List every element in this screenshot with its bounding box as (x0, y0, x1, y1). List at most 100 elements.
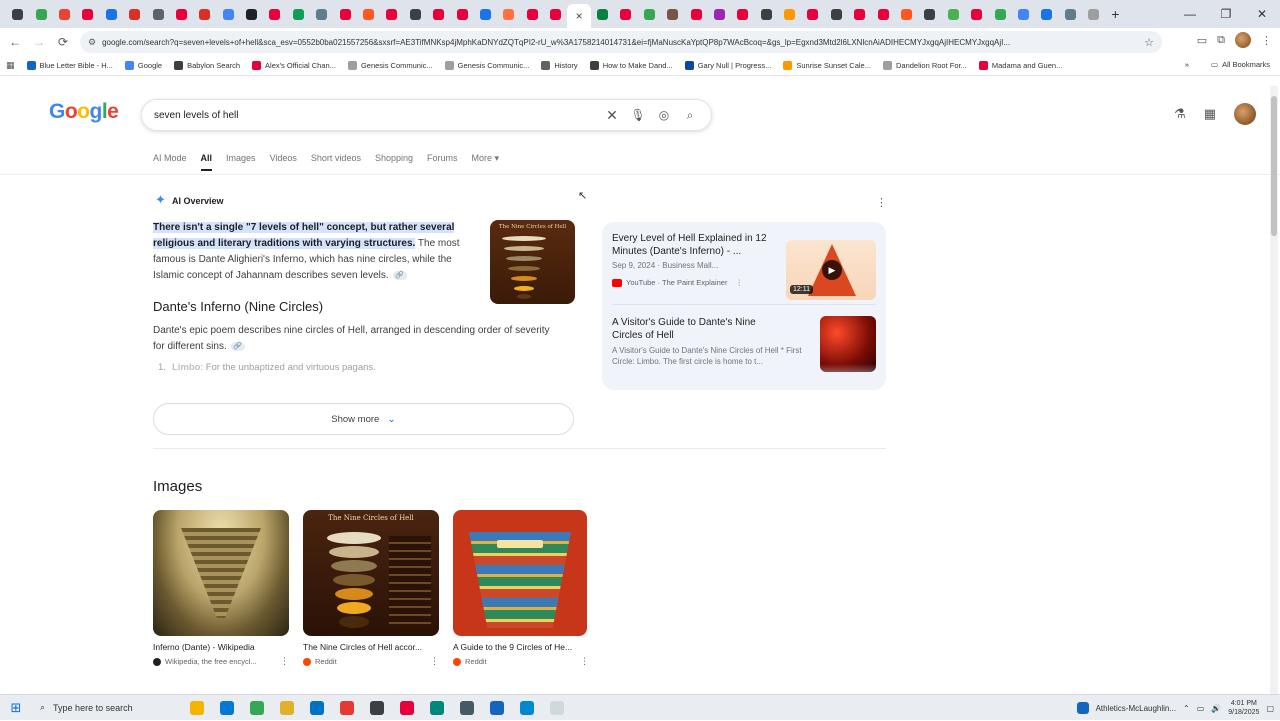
taskbar-app-icon[interactable] (422, 695, 452, 721)
taskbar-app-icon[interactable] (482, 695, 512, 721)
search-box[interactable]: seven levels of hell ✕ 🎙 ◎ ⌕ (141, 99, 712, 131)
browser-tab[interactable] (614, 3, 637, 25)
search-icon[interactable]: ⌕ (677, 108, 703, 123)
browser-tab[interactable] (544, 3, 567, 25)
all-bookmarks-button[interactable]: » ▭ All Bookmarks (1185, 60, 1270, 69)
filter-tab-ai-mode[interactable]: AI Mode (153, 153, 187, 171)
browser-tab[interactable] (357, 3, 380, 25)
browser-tab[interactable] (146, 3, 169, 25)
browser-tab[interactable] (942, 3, 965, 25)
reload-icon[interactable]: ⟳ (51, 35, 75, 49)
taskbar-app-icon[interactable] (362, 695, 392, 721)
back-icon[interactable]: ← (3, 35, 27, 49)
bookmark-item[interactable]: Dandelion Root For... (882, 61, 967, 70)
browser-tab[interactable] (684, 3, 707, 25)
apps-grid-icon[interactable]: ▦ (6, 60, 15, 71)
bookmark-star-icon[interactable]: ☆ (1144, 36, 1154, 49)
browser-tab[interactable] (731, 3, 754, 25)
link-icon[interactable]: 🔗 (230, 341, 245, 351)
browser-tab[interactable] (380, 3, 403, 25)
search-input[interactable]: seven levels of hell (154, 110, 599, 121)
browser-tab[interactable] (100, 3, 123, 25)
notification-text[interactable]: Athletics-McLaughlin... (1096, 704, 1176, 713)
browser-tab[interactable] (801, 3, 824, 25)
bookmark-item[interactable]: Genesis Communic... (444, 61, 529, 70)
bookmark-item[interactable]: Blue Letter Bible - H... (26, 61, 113, 70)
bookmark-item[interactable]: Babylon Search (174, 61, 240, 70)
browser-tab[interactable] (708, 3, 731, 25)
bookmark-item[interactable]: Madama and Guen... (978, 61, 1062, 70)
browser-tab[interactable] (310, 3, 333, 25)
google-logo[interactable]: Google (49, 100, 119, 124)
taskbar-app-icon[interactable] (302, 695, 332, 721)
browser-menu-icon[interactable]: ⋮ (1261, 34, 1272, 47)
taskbar-app-icon[interactable] (452, 695, 482, 721)
browser-tab[interactable] (427, 3, 450, 25)
notifications-icon[interactable]: ▢ (1266, 704, 1274, 713)
filter-tab-shopping[interactable]: Shopping (375, 153, 413, 171)
image-result-nine-circles[interactable]: The Nine Circles of Hell (303, 510, 439, 636)
taskbar-app-icon[interactable] (212, 695, 242, 721)
windows-start-icon[interactable]: ⊞ (0, 700, 32, 716)
browser-tab[interactable] (918, 3, 941, 25)
new-tab-button[interactable]: + (1105, 6, 1125, 22)
image-caption[interactable]: A Guide to the 9 Circles of He... (453, 642, 589, 652)
browser-tab[interactable] (170, 3, 193, 25)
image-result-inferno[interactable] (153, 510, 289, 636)
browser-tab[interactable] (661, 3, 684, 25)
browser-tab[interactable] (521, 3, 544, 25)
browser-tab[interactable] (29, 3, 52, 25)
image-caption[interactable]: Inferno (Dante) - Wikipedia (153, 642, 289, 652)
article-source-card[interactable]: A Visitor's Guide to Dante's Nine Circle… (612, 316, 876, 372)
browser-tab[interactable] (825, 3, 848, 25)
taskbar-app-icon[interactable] (392, 695, 422, 721)
video-thumbnail[interactable]: ▶ 12:11 (786, 240, 876, 300)
close-tab-icon[interactable]: × (576, 9, 583, 23)
bookmark-item[interactable]: Google (124, 61, 162, 70)
scrollbar-thumb[interactable] (1271, 96, 1277, 236)
taskbar-app-icon[interactable] (242, 695, 272, 721)
lens-icon[interactable]: ◎ (651, 108, 677, 122)
browser-tab[interactable] (76, 3, 99, 25)
bookmark-item[interactable]: Alex's Official Chan... (252, 61, 336, 70)
close-window-button[interactable]: ✕ (1244, 0, 1280, 28)
taskbar-app-icon[interactable] (182, 695, 212, 721)
browser-tab[interactable] (1082, 3, 1105, 25)
bookmark-item[interactable]: History (541, 61, 578, 70)
labs-flask-icon[interactable]: ⚗ (1174, 106, 1186, 122)
forward-icon[interactable]: → (27, 35, 51, 49)
show-more-button[interactable]: Show more ⌄ (153, 403, 574, 435)
browser-tab[interactable] (497, 3, 520, 25)
browser-tab[interactable] (474, 3, 497, 25)
taskbar-app-icon[interactable] (272, 695, 302, 721)
google-apps-icon[interactable]: ▦ (1204, 106, 1216, 122)
browser-tab[interactable] (965, 3, 988, 25)
browser-tab[interactable] (848, 3, 871, 25)
taskbar-app-icon[interactable] (512, 695, 542, 721)
filter-tab-videos[interactable]: Videos (270, 153, 297, 171)
browser-tab[interactable] (450, 3, 473, 25)
taskbar-app-icon[interactable] (332, 695, 362, 721)
browser-tab[interactable] (778, 3, 801, 25)
bookmark-item[interactable]: Genesis Communic... (347, 61, 433, 70)
browser-tab[interactable] (871, 3, 894, 25)
clock[interactable]: 4:01 PM 9/18/2025 (1228, 699, 1259, 717)
account-avatar[interactable] (1234, 103, 1256, 125)
browser-tab[interactable] (217, 3, 240, 25)
filter-tab-short-videos[interactable]: Short videos (311, 153, 361, 171)
browser-tab[interactable] (6, 3, 29, 25)
site-info-icon[interactable]: ⚙ (88, 37, 96, 48)
video-source-card[interactable]: Every Level of Hell Explained in 12 Minu… (612, 232, 876, 300)
image-caption[interactable]: The Nine Circles of Hell accor... (303, 642, 439, 652)
browser-tab[interactable] (1035, 3, 1058, 25)
clear-icon[interactable]: ✕ (599, 107, 625, 124)
card-title[interactable]: Every Level of Hell Explained in 12 Minu… (612, 232, 772, 258)
bookmark-item[interactable]: Sunrise Sunset Cale... (783, 61, 871, 70)
notification-app-icon[interactable] (1076, 702, 1089, 714)
nine-circles-thumbnail[interactable]: The Nine Circles of Hell (490, 220, 575, 304)
image-menu-icon[interactable]: ⋮ (430, 656, 439, 667)
more-options-icon[interactable]: ⋮ (876, 196, 887, 209)
active-tab[interactable]: × (567, 4, 591, 28)
network-icon[interactable]: ▭ (1197, 704, 1205, 713)
browser-tab[interactable] (193, 3, 216, 25)
